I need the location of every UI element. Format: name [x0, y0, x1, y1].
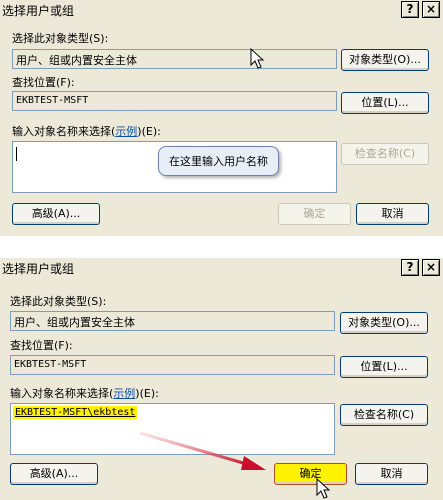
- dialog-before: 选择用户或组 ? × 选择此对象类型(S): 用户、组或内置安全主体 对象类型(…: [0, 0, 443, 236]
- location-field: EKBTEST-MSFT: [12, 91, 337, 111]
- dialog-body: 选择此对象类型(S): 用户、组或内置安全主体 对象类型(O)... 查找位置(…: [0, 21, 443, 236]
- locations-button[interactable]: 位置(L)...: [341, 92, 429, 114]
- names-label-suffix: )(E):: [137, 125, 161, 138]
- object-type-field: 用户、组或内置安全主体: [12, 49, 337, 69]
- ok-button[interactable]: 确定: [278, 203, 351, 225]
- red-arrow: [139, 431, 266, 470]
- location-label: 查找位置(F):: [12, 76, 75, 89]
- dialog-after: 选择用户或组 ? × 选择此对象类型(S): 用户、组或内置安全主体 对象类型(…: [0, 258, 443, 500]
- callout-tooltip: 在这里输入用户名称: [158, 146, 279, 176]
- examples-link[interactable]: 示例: [115, 125, 137, 138]
- text-caret: [16, 147, 17, 161]
- mouse-pointer-icon: [316, 477, 331, 499]
- cancel-button[interactable]: 取消: [356, 203, 429, 225]
- names-label: 输入对象名称来选择(示例)(E):: [12, 123, 161, 139]
- close-button[interactable]: ×: [422, 1, 440, 18]
- arrow-shaft: [139, 431, 251, 467]
- help-button[interactable]: ?: [401, 1, 419, 18]
- advanced-button[interactable]: 高级(A)...: [12, 203, 100, 225]
- divider: [0, 236, 443, 258]
- window-title: 选择用户或组: [2, 4, 75, 18]
- object-types-button[interactable]: 对象类型(O)...: [341, 49, 429, 71]
- mouse-pointer-icon: [250, 47, 265, 69]
- object-type-label: 选择此对象类型(S):: [12, 32, 109, 45]
- names-label-prefix: 输入对象名称来选择(: [12, 125, 116, 138]
- title-bar: 选择用户或组 ? ×: [0, 0, 443, 20]
- check-names-button[interactable]: 检查名称(C): [341, 143, 429, 165]
- arrow-head: [241, 456, 266, 470]
